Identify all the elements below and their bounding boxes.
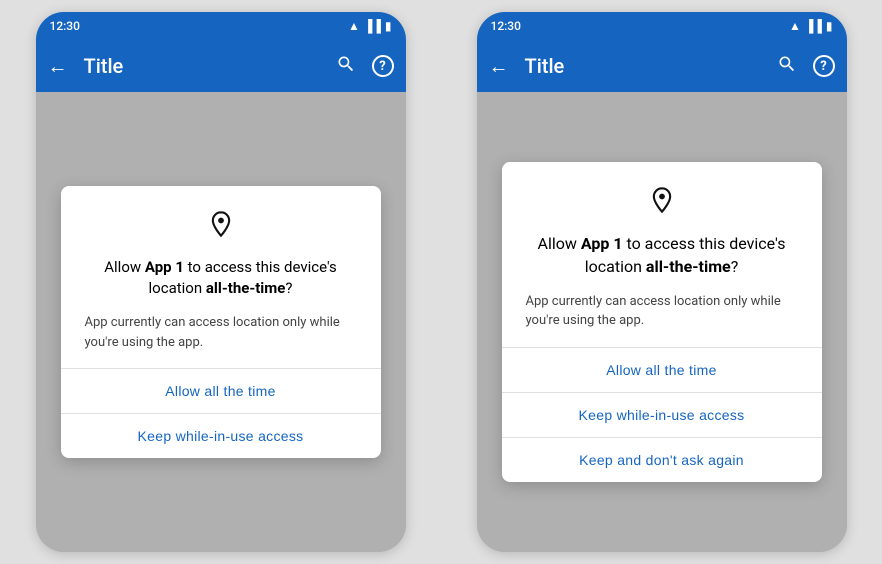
phone2-deny-button[interactable]: Keep and don't ask again xyxy=(502,438,822,482)
phone1-time: 12:30 xyxy=(50,19,80,33)
phone2-dialog-message: App currently can access location only w… xyxy=(526,292,798,331)
phone2-app-bar-icons: ? xyxy=(777,54,835,79)
phone2: 12:30 ▲ ▐▐ ▮ ← Title ? xyxy=(477,12,847,552)
phone1-wrapper: 12:30 ▲ ▐▐ ▮ ← Title ? xyxy=(0,0,441,564)
phone2-allow-button[interactable]: Allow all the time xyxy=(502,348,822,393)
phone1-app-title: Title xyxy=(84,54,336,78)
phone1-keep-button[interactable]: Keep while-in-use access xyxy=(61,414,381,458)
phone1-dialog-icon xyxy=(85,210,357,245)
phone2-wrapper: 12:30 ▲ ▐▐ ▮ ← Title ? xyxy=(441,0,882,564)
phone1-status-bar: 12:30 ▲ ▐▐ ▮ xyxy=(36,12,406,40)
phone2-battery-icon: ▮ xyxy=(826,19,833,33)
phone1-help-icon[interactable]: ? xyxy=(372,55,394,77)
phone1-content: Allow App 1 to access this device's loca… xyxy=(36,92,406,552)
phone2-keep-button[interactable]: Keep while-in-use access xyxy=(502,393,822,438)
phone2-app-title: Title xyxy=(525,54,777,78)
phone2-dialog-icon xyxy=(526,186,798,221)
phone2-dialog-title: Allow App 1 to access this device's loca… xyxy=(526,233,798,278)
phone1-dialog: Allow App 1 to access this device's loca… xyxy=(61,186,381,458)
phone2-dialog: Allow App 1 to access this device's loca… xyxy=(502,162,822,482)
phone2-status-icons: ▲ ▐▐ ▮ xyxy=(789,19,833,33)
phone1-dialog-title: Allow App 1 to access this device's loca… xyxy=(85,257,357,299)
phone2-content: Allow App 1 to access this device's loca… xyxy=(477,92,847,552)
phone2-app-bar: ← Title ? xyxy=(477,40,847,92)
wifi-icon: ▲ xyxy=(348,19,360,33)
phone1-dialog-message: App currently can access location only w… xyxy=(85,313,357,352)
phone1: 12:30 ▲ ▐▐ ▮ ← Title ? xyxy=(36,12,406,552)
phone1-back-icon[interactable]: ← xyxy=(48,54,68,79)
phone1-search-icon[interactable] xyxy=(336,54,356,79)
battery-icon: ▮ xyxy=(385,19,392,33)
signal-icon: ▐▐ xyxy=(364,19,381,33)
phone2-time: 12:30 xyxy=(491,19,521,33)
phone1-app-bar: ← Title ? xyxy=(36,40,406,92)
phone2-wifi-icon: ▲ xyxy=(789,19,801,33)
phone2-back-icon[interactable]: ← xyxy=(489,54,509,79)
phone2-search-icon[interactable] xyxy=(777,54,797,79)
phone1-status-icons: ▲ ▐▐ ▮ xyxy=(348,19,392,33)
phone1-allow-button[interactable]: Allow all the time xyxy=(61,369,381,414)
phone2-status-bar: 12:30 ▲ ▐▐ ▮ xyxy=(477,12,847,40)
phone2-signal-icon: ▐▐ xyxy=(805,19,822,33)
phone1-app-bar-icons: ? xyxy=(336,54,394,79)
phone2-help-icon[interactable]: ? xyxy=(813,55,835,77)
